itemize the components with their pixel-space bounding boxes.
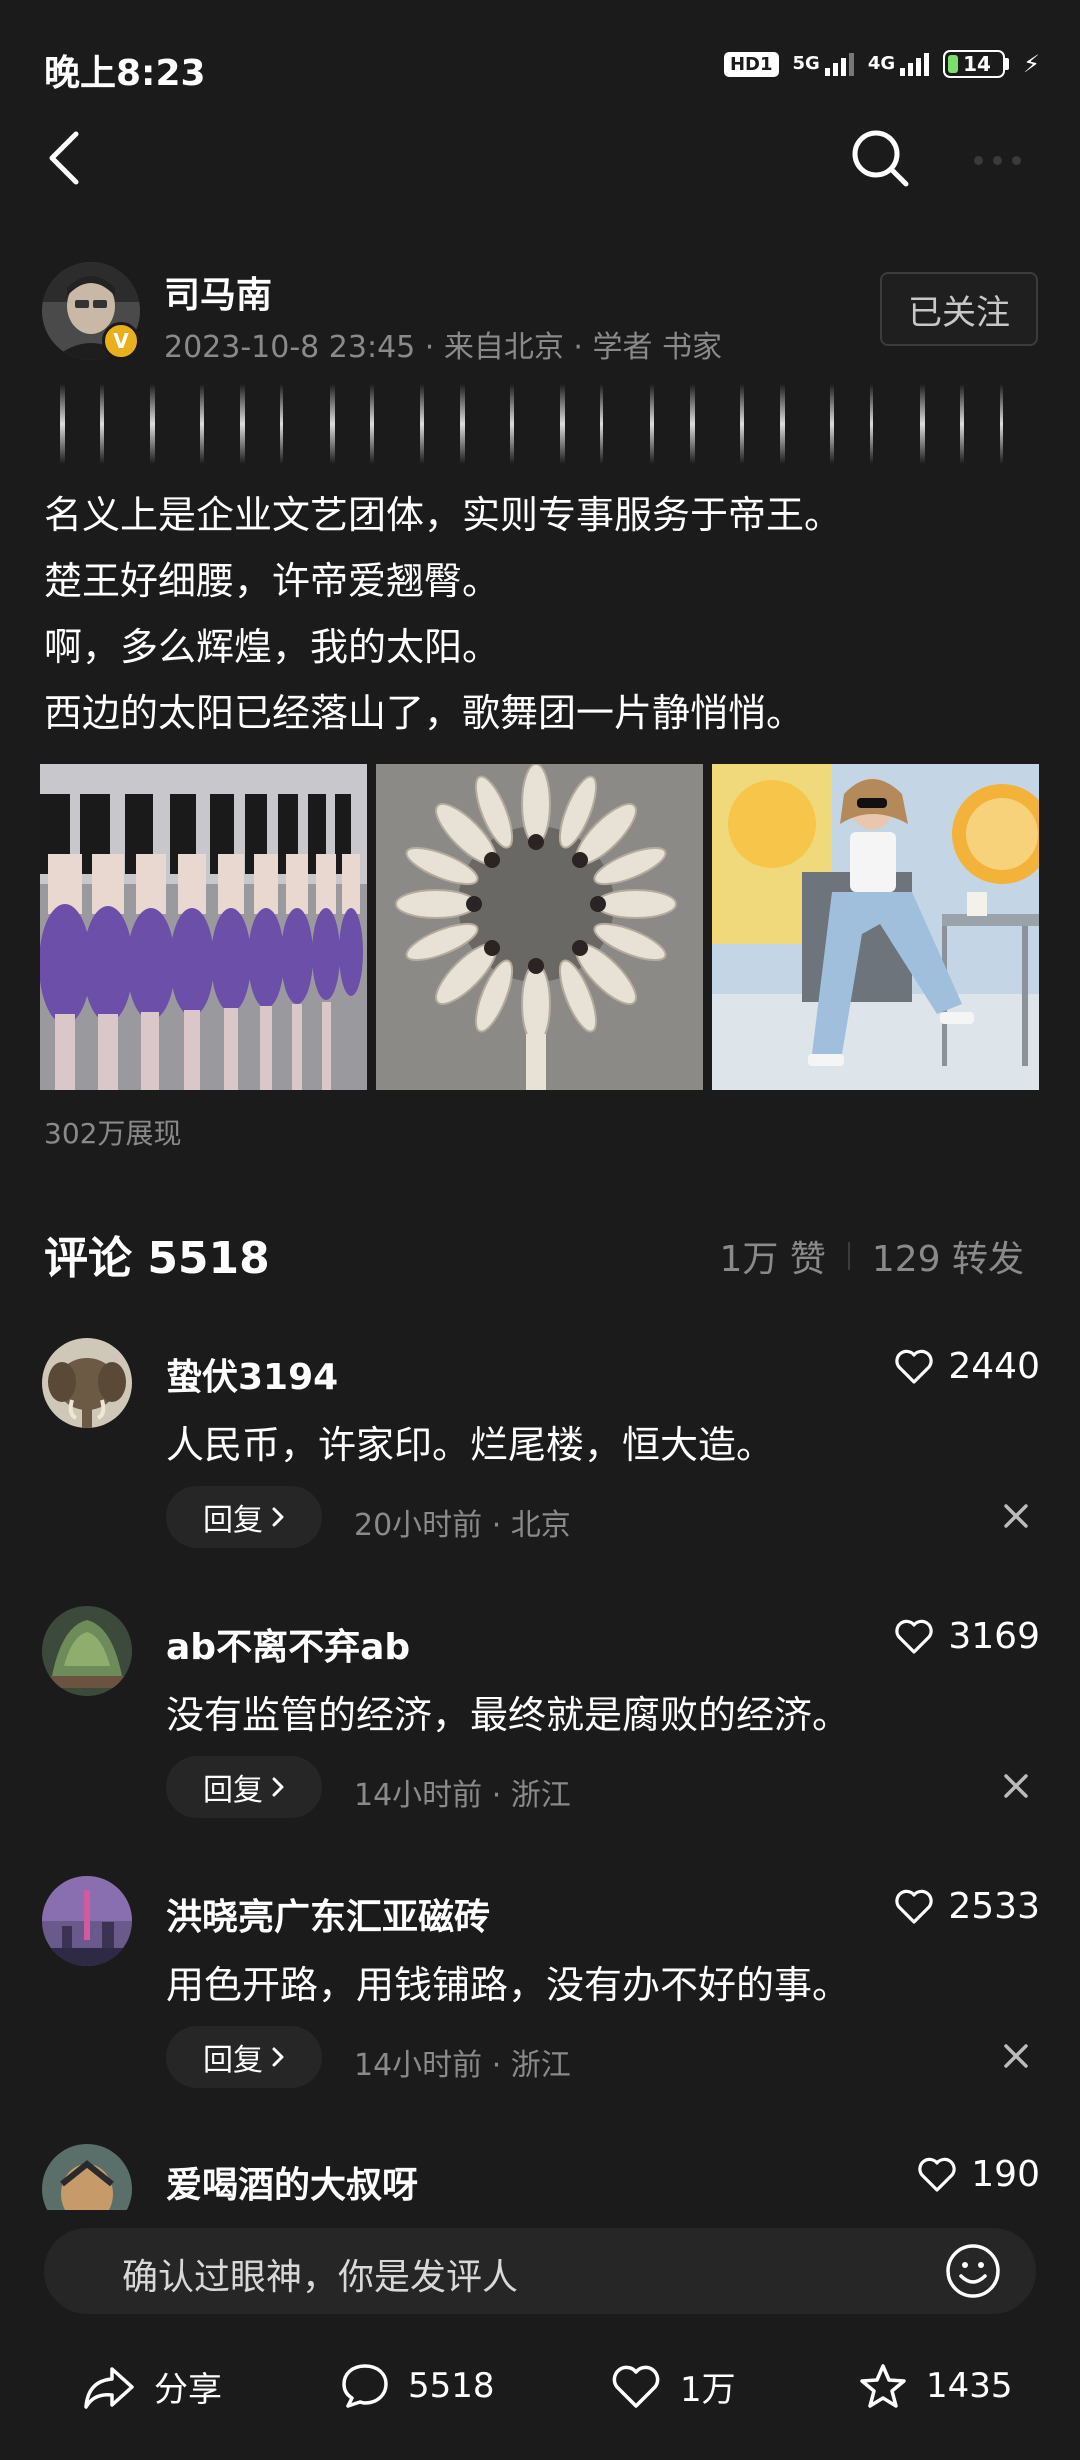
signal-5g-icon: 5G: [793, 52, 854, 76]
charging-icon: ⚡: [1023, 50, 1040, 78]
comment-author[interactable]: 蛰伏3194: [166, 1348, 338, 1400]
dismiss-button[interactable]: [996, 1766, 1036, 1806]
status-indicators: HD1 5G 4G 14 ⚡: [723, 50, 1040, 78]
comment-meta: 14小时前 · 浙江: [354, 1778, 571, 1813]
reply-button[interactable]: 回复: [166, 1756, 322, 1818]
dismiss-button[interactable]: [996, 2036, 1036, 2076]
chevron-right-icon: [272, 1777, 284, 1797]
like-count: 1万: [680, 2370, 736, 2410]
comment-like-count: 2440: [948, 1346, 1040, 1387]
comments-title: 评论 5518: [44, 1233, 270, 1284]
favorite-button[interactable]: 1435: [858, 2362, 1013, 2410]
follow-button[interactable]: 已关注: [880, 272, 1038, 346]
comment-avatar[interactable]: [42, 1338, 132, 1428]
post-image-3[interactable]: [712, 764, 1039, 1090]
comment-meta: 20小时前 · 北京: [354, 1508, 571, 1543]
comment-text: 人民币，许家印。烂尾楼，恒大造。: [166, 1423, 775, 1467]
share-button[interactable]: 分享: [82, 2362, 222, 2411]
post-body: 名义上是企业文艺团体，实则专事服务于帝王。 楚王好细腰，许帝爱翘臀。 啊，多么辉…: [44, 482, 1044, 746]
emoji-button[interactable]: [944, 2242, 1002, 2300]
comment-like-count: 3169: [948, 1616, 1040, 1657]
divider: [847, 1242, 850, 1270]
emoji-icon: [946, 2244, 1000, 2298]
post-image-1[interactable]: [40, 764, 367, 1090]
heart-icon: [895, 1619, 934, 1654]
comment-like-count: 2533: [948, 1886, 1040, 1927]
dismiss-button[interactable]: [996, 1496, 1036, 1536]
comment-like-count: 190: [971, 2154, 1040, 2195]
signal-4g-icon: 4G: [868, 52, 930, 76]
more-dots-icon: [974, 155, 983, 165]
comment-author[interactable]: ab不离不弃ab: [166, 1618, 410, 1670]
search-button[interactable]: [848, 126, 912, 190]
comment-text: 没有监管的经济，最终就是腐败的经济。: [166, 1693, 851, 1737]
battery-level: 14: [963, 52, 991, 76]
post-line: 名义上是企业文艺团体，实则专事服务于帝王。: [44, 493, 843, 537]
reply-button[interactable]: 回复: [166, 1486, 322, 1548]
comment-text: 用色开路，用钱铺路，没有办不好的事。: [166, 1963, 851, 2007]
post-stats: 1万 赞 129 转发: [719, 1230, 1024, 1282]
status-time: 晚上8:23: [44, 53, 206, 94]
chevron-right-icon: [272, 2047, 284, 2067]
favorite-count: 1435: [926, 2366, 1013, 2406]
like-button[interactable]: 1万: [610, 2362, 736, 2411]
comment-like-button[interactable]: 2533: [894, 1886, 1040, 1927]
glitch-artifact: [40, 384, 1040, 464]
post-line: 楚王好细腰，许帝爱翘臀。: [44, 559, 501, 603]
heart-icon: [612, 2365, 660, 2408]
impressions-count: 302万展现: [44, 1117, 182, 1150]
reply-button[interactable]: 回复: [166, 2026, 322, 2088]
comment-avatar[interactable]: [42, 1876, 132, 1966]
reposts-stat[interactable]: 129 转发: [872, 1230, 1024, 1282]
comment-meta: 14小时前 · 浙江: [354, 2048, 571, 2083]
verified-badge-icon: V: [102, 322, 140, 360]
post-image-2[interactable]: [376, 764, 703, 1090]
likes-stat[interactable]: 1万 赞: [719, 1230, 825, 1282]
comment-like-button[interactable]: 3169: [894, 1616, 1040, 1657]
chevron-right-icon: [272, 1507, 284, 1527]
comment-like-button[interactable]: 2440: [894, 1346, 1040, 1387]
heart-icon: [918, 2157, 956, 2192]
comment-like-button[interactable]: 190: [917, 2154, 1040, 2195]
author-name[interactable]: 司马南: [164, 266, 272, 318]
more-options-button[interactable]: [974, 150, 1034, 170]
battery-icon: 14: [943, 50, 1010, 78]
close-icon: [1004, 2044, 1028, 2068]
comment-count: 5518: [408, 2366, 495, 2406]
share-icon: [84, 2366, 134, 2409]
comment-author[interactable]: 爱喝酒的大叔呀: [166, 2156, 418, 2208]
comment-input-placeholder[interactable]: 确认过眼神，你是发评人: [122, 2248, 518, 2300]
close-icon: [1004, 1504, 1028, 1528]
hd-badge: HD1: [723, 51, 779, 77]
comment-icon: [342, 2364, 388, 2408]
heart-icon: [895, 1349, 934, 1384]
star-icon: [860, 2364, 906, 2408]
comment-count-button[interactable]: 5518: [340, 2362, 495, 2410]
post-line: 西边的太阳已经落山了，歌舞团一片静悄悄。: [44, 691, 805, 735]
heart-icon: [895, 1889, 934, 1924]
post-meta: 2023-10-8 23:45 · 来自北京 · 学者 书家: [164, 330, 723, 365]
back-button[interactable]: [44, 128, 88, 188]
comment-author[interactable]: 洪晓亮广东汇亚磁砖: [166, 1888, 490, 1940]
comment-avatar[interactable]: [42, 1606, 132, 1696]
share-label: 分享: [154, 2370, 222, 2410]
post-line: 啊，多么辉煌，我的太阳。: [44, 625, 501, 669]
search-icon: [852, 130, 909, 187]
chevron-left-icon: [49, 131, 79, 185]
close-icon: [1004, 1774, 1028, 1798]
